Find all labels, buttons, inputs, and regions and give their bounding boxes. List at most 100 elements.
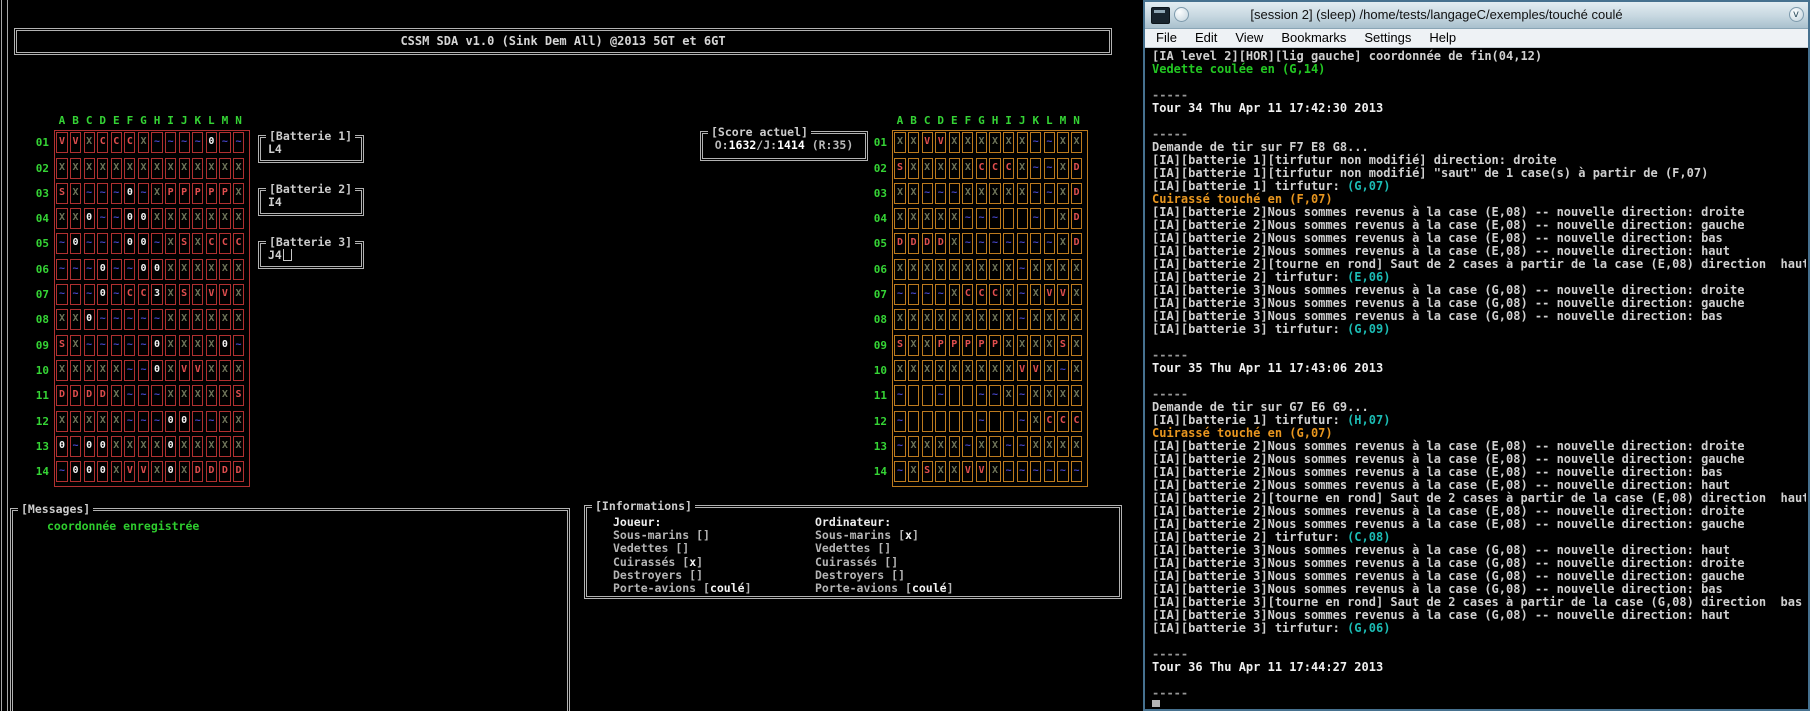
grid-cell: X	[989, 436, 1000, 457]
grid-cell: C	[1071, 411, 1082, 432]
grid-cell: P	[165, 183, 176, 204]
grid-cell: X	[989, 259, 1000, 280]
column-header: J	[1017, 114, 1028, 128]
grid-cell: ~	[976, 233, 987, 254]
grid-cell: X	[1003, 360, 1014, 381]
grid-cell: X	[949, 158, 960, 179]
grid-cell: V	[124, 461, 135, 482]
grid-cell: D	[233, 461, 244, 482]
grid-cell: X	[219, 411, 230, 432]
grid-cell: ~	[56, 233, 67, 254]
grid-cell: ~	[124, 385, 135, 406]
menu-item-view[interactable]: View	[1226, 29, 1272, 47]
window-titlebar[interactable]: [session 2] (sleep) /home/tests/langageC…	[1145, 2, 1808, 29]
grid-cell: X	[219, 158, 230, 179]
grid-cell: V	[976, 461, 987, 482]
column-header: K	[192, 114, 203, 128]
grid-cell: S	[179, 284, 190, 305]
grid-cell	[922, 411, 933, 432]
grid-cell: X	[949, 360, 960, 381]
grid-cell: C	[962, 284, 973, 305]
grid-cell: X	[935, 158, 946, 179]
grid-cell: ~	[124, 411, 135, 432]
grid-cell: X	[111, 436, 122, 457]
grid-cell: 0	[97, 259, 108, 280]
grid-cell: 0	[138, 233, 149, 254]
grid-cell: X	[1071, 385, 1082, 406]
menu-item-settings[interactable]: Settings	[1355, 29, 1420, 47]
column-header: I	[165, 114, 176, 128]
grid-cell: X	[165, 259, 176, 280]
grid-cell: ~	[151, 309, 162, 330]
grid-cell: V	[70, 132, 81, 153]
row-header: 14	[868, 461, 892, 482]
batterie-1-label: [Batterie 1]	[266, 129, 355, 143]
grid-cell: ~	[1017, 436, 1028, 457]
menu-item-bookmarks[interactable]: Bookmarks	[1272, 29, 1355, 47]
column-header: G	[138, 114, 149, 128]
grid-cell: X	[1071, 132, 1082, 153]
grid-cell: ~	[111, 335, 122, 356]
grid-cell: ~	[97, 208, 108, 229]
terminal-window-icon[interactable]	[1151, 7, 1170, 24]
grid-cell: X	[949, 208, 960, 229]
computer-grid: ABCDEFGHIJKLMN01XXVVXXXXXX~~XX02SXXXXXCC…	[868, 114, 1082, 482]
row-header: 07	[30, 284, 54, 305]
grid-cell: X	[1044, 309, 1055, 330]
menu-item-edit[interactable]: Edit	[1186, 29, 1226, 47]
batterie-3-box[interactable]: [Batterie 3] J4	[258, 241, 364, 269]
grid-cell: X	[70, 360, 81, 381]
grid-cell: V	[1044, 284, 1055, 305]
grid-cell: ~	[138, 360, 149, 381]
grid-cell: X	[922, 436, 933, 457]
grid-cell: ~	[1017, 284, 1028, 305]
grid-cell: X	[922, 208, 933, 229]
message-text: coordonnée enregistrée	[13, 511, 567, 533]
shade-button[interactable]: v	[1789, 7, 1804, 22]
terminal-line: [IA][batterie 3] tirfutur: (G,06)	[1152, 622, 1806, 635]
grid-cell: ~	[1030, 158, 1041, 179]
grid-cell: ~	[84, 183, 95, 204]
menu-item-help[interactable]: Help	[1420, 29, 1465, 47]
grid-cell: C	[124, 132, 135, 153]
grid-cell: X	[935, 461, 946, 482]
column-header: A	[56, 114, 67, 128]
grid-cell	[1003, 208, 1014, 229]
grid-cell: X	[1003, 183, 1014, 204]
grid-cell: X	[1071, 284, 1082, 305]
grid-cell: X	[1057, 385, 1068, 406]
menu-item-file[interactable]: File	[1147, 29, 1186, 47]
grid-cell: ~	[56, 461, 67, 482]
grid-cell: V	[219, 284, 230, 305]
grid-cell: X	[219, 436, 230, 457]
grid-cell	[908, 385, 919, 406]
terminal-line: Tour 35 Thu Apr 11 17:43:06 2013	[1152, 362, 1806, 375]
grid-cell: C	[219, 233, 230, 254]
grid-cell: ~	[1044, 233, 1055, 254]
grid-cell: 0	[56, 436, 67, 457]
grid-cell: X	[219, 208, 230, 229]
grid-cell: D	[935, 233, 946, 254]
grid-cell: ~	[138, 335, 149, 356]
grid-cell: C	[111, 132, 122, 153]
grid-cell: X	[1071, 360, 1082, 381]
grid-cell	[989, 411, 1000, 432]
grid-cell: X	[111, 385, 122, 406]
grid-cell: X	[165, 233, 176, 254]
grid-cell: ~	[989, 208, 1000, 229]
fleet-item: Porte-avions [coulé]	[613, 582, 752, 595]
grid-cell: X	[151, 158, 162, 179]
grid-cell: ~	[151, 132, 162, 153]
grid-cell: X	[1030, 436, 1041, 457]
grid-cell: X	[192, 158, 203, 179]
terminal-output[interactable]: [IA level 2][HOR][lig gauche] coordonnée…	[1147, 49, 1806, 707]
grid-cell: X	[151, 436, 162, 457]
grid-cell: X	[151, 183, 162, 204]
grid-cell: 0	[151, 335, 162, 356]
grid-cell: X	[976, 183, 987, 204]
grid-cell: ~	[1017, 385, 1028, 406]
grid-cell: ~	[989, 385, 1000, 406]
grid-cell: X	[1057, 233, 1068, 254]
grid-cell: ~	[219, 132, 230, 153]
grid-cell: ~	[151, 385, 162, 406]
